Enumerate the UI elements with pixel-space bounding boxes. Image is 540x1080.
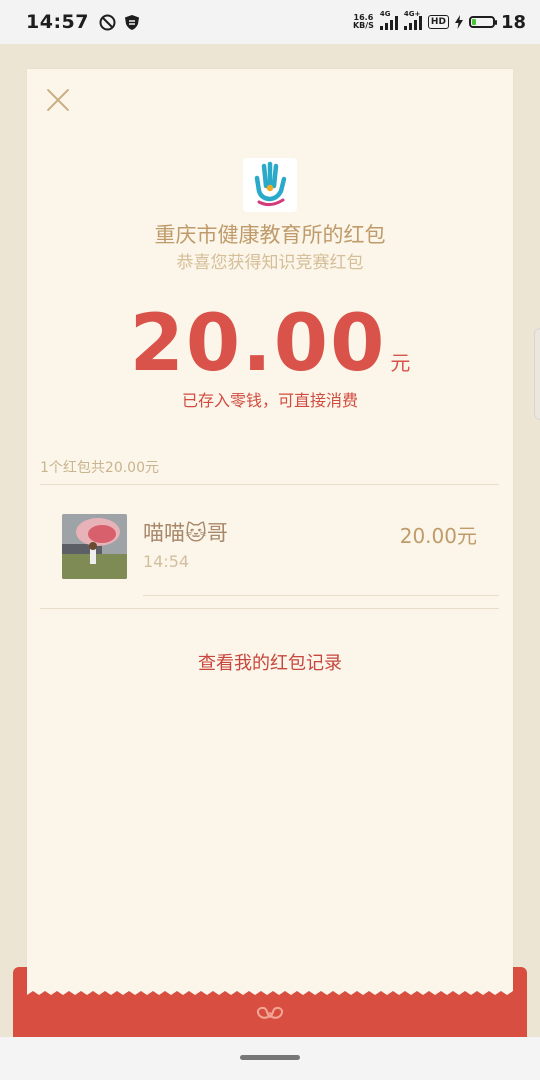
hd-voice-icon: HD	[427, 15, 449, 29]
receiver-name: 喵喵🐱哥	[143, 521, 228, 545]
amount-value: 20.00	[129, 299, 387, 389]
receiver-amount: 20.00元	[399, 524, 477, 548]
receiver-avatar[interactable]	[62, 514, 127, 579]
amount-currency: 元	[390, 351, 411, 375]
view-red-packet-history-link[interactable]: 查看我的红包记录	[27, 649, 513, 675]
battery-percent: 18	[500, 11, 526, 33]
avatar-photo	[62, 514, 127, 579]
signal-icon: 4G	[379, 10, 398, 30]
lucky-knot-icon	[256, 1006, 284, 1019]
divider	[143, 595, 499, 596]
sender-title: 重庆市健康教育所的红包	[154, 223, 386, 247]
home-gesture-handle[interactable]	[240, 1055, 300, 1060]
receiver-time: 14:54	[143, 552, 190, 571]
shield-icon	[124, 14, 139, 30]
stored-to-balance-note: 已存入零钱，可直接消费	[181, 391, 358, 410]
charging-icon	[454, 15, 463, 29]
greeting-subtitle: 恭喜您获得知识竞赛红包	[176, 253, 364, 273]
packet-summary: 1个红包共20.00元	[40, 460, 159, 476]
card-scalloped-edge	[27, 983, 513, 995]
sender-logo	[243, 158, 297, 212]
red-packet-detail-card: 重庆市健康教育所的红包 恭喜您获得知识竞赛红包 20.00 元 已存入零钱，可直接…	[27, 69, 513, 991]
divider	[40, 608, 499, 609]
system-navigation-bar	[0, 1037, 540, 1080]
close-icon[interactable]	[45, 87, 71, 113]
divider	[40, 484, 499, 485]
status-time: 14:57	[26, 11, 89, 33]
hand-logo-icon	[254, 161, 287, 207]
do-not-disturb-icon	[99, 14, 116, 30]
status-bar: 14:57 16.6 KB/S 4G 4G+ HD 18	[0, 0, 540, 44]
amount-display: 20.00 元	[27, 299, 513, 389]
network-speed: 16.6 KB/S	[352, 13, 374, 30]
signal-icon: 4G+	[403, 10, 422, 30]
battery-icon	[468, 16, 497, 28]
side-drawer-handle[interactable]	[534, 328, 540, 420]
